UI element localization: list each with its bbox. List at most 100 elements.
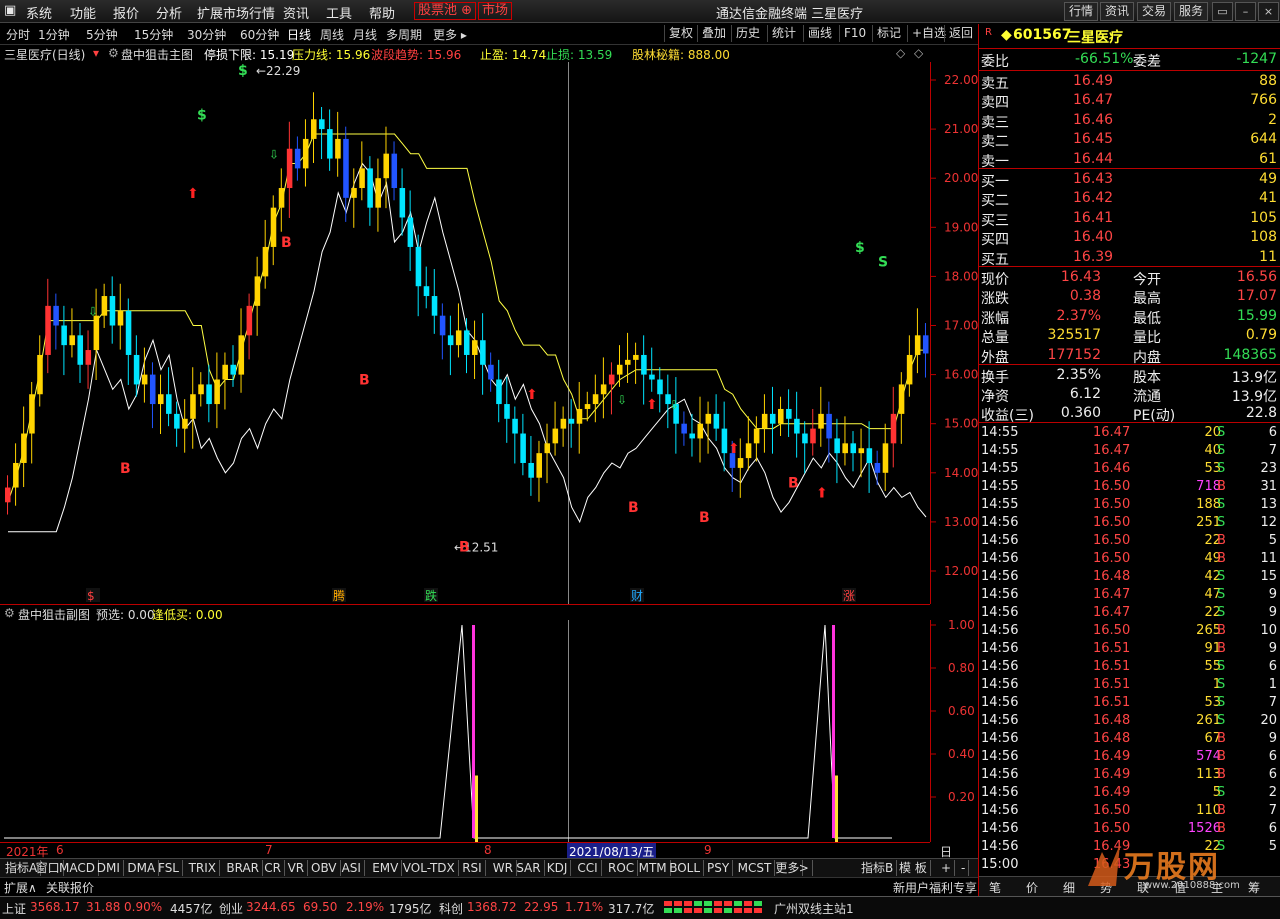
btn-fuwu[interactable]: 服务 [1174, 2, 1208, 21]
candle[interactable] [439, 315, 446, 336]
candle[interactable] [625, 359, 631, 365]
candle[interactable] [512, 418, 518, 434]
sub-gear-icon[interactable]: ⚙ [4, 606, 15, 620]
sell-level-5[interactable]: 卖一 16.44 61 [979, 150, 1280, 170]
candle[interactable] [53, 305, 59, 326]
quote-tab-0[interactable]: 笔 [989, 879, 1001, 896]
candle[interactable] [463, 330, 470, 355]
indicator-tab-6[interactable]: TRIX [186, 860, 221, 876]
candle[interactable] [560, 418, 567, 429]
candle[interactable] [810, 428, 816, 444]
period-60min[interactable]: 60分钟 [240, 26, 279, 43]
candle[interactable] [455, 330, 462, 346]
quote-tab-5[interactable]: 值 [1174, 879, 1186, 896]
sell-level-2[interactable]: 卖四 16.47 766 [979, 91, 1280, 111]
indicator-tab-12[interactable]: EMV [369, 860, 403, 876]
candle[interactable] [13, 462, 19, 488]
candle[interactable] [399, 188, 406, 218]
tool-lishi[interactable]: 历史 [731, 25, 764, 42]
indicator-tab-2[interactable]: MACD [56, 860, 99, 876]
buy-level-4[interactable]: 买四 16.40 108 [979, 228, 1280, 248]
tool-huaxian[interactable]: 画线 [803, 25, 836, 42]
candle[interactable] [343, 138, 349, 198]
candle[interactable] [922, 335, 929, 354]
candle[interactable] [858, 448, 865, 454]
indicator-tab-right-2[interactable]: + [938, 860, 956, 876]
candle[interactable] [633, 354, 639, 360]
btn-hangqing[interactable]: 行情 [1064, 2, 1098, 21]
indicator-tab-13[interactable]: VOL-TDX [400, 860, 459, 876]
menu-market[interactable]: 市场 [478, 2, 513, 20]
tab-related-quote[interactable]: 关联报价 [46, 879, 94, 896]
candle[interactable] [528, 462, 534, 478]
candle[interactable] [737, 458, 744, 468]
candle[interactable] [778, 408, 784, 424]
candle[interactable] [681, 423, 687, 434]
candle[interactable] [383, 153, 390, 179]
candle[interactable] [246, 305, 253, 336]
candle[interactable] [600, 384, 607, 395]
candle[interactable] [5, 487, 11, 503]
candle[interactable] [133, 354, 140, 385]
candle[interactable] [359, 168, 365, 189]
minimize-icon[interactable]: – [1235, 2, 1256, 21]
candle[interactable] [415, 246, 422, 287]
candle[interactable] [367, 168, 373, 208]
candle[interactable] [818, 413, 824, 429]
menu-system[interactable]: 系统 [26, 3, 52, 22]
candle[interactable] [37, 354, 43, 395]
indicator-tab-14[interactable]: RSI [459, 860, 486, 876]
candle[interactable] [69, 335, 75, 346]
candle[interactable] [544, 443, 551, 454]
period-5min[interactable]: 5分钟 [86, 26, 118, 43]
candle[interactable] [842, 443, 848, 454]
candle[interactable] [802, 433, 808, 444]
tool-diejia[interactable]: 叠加 [697, 25, 730, 42]
candle[interactable] [294, 148, 301, 169]
candle[interactable] [536, 453, 542, 478]
restore-icon[interactable]: ▭ [1212, 2, 1233, 21]
candle[interactable] [157, 394, 164, 405]
candle[interactable] [890, 413, 897, 444]
candle[interactable] [520, 433, 526, 463]
indicator-tab-right-0[interactable]: 指标B [858, 860, 898, 876]
event-mark[interactable]: 腾 [333, 588, 345, 603]
candle[interactable] [407, 217, 414, 247]
indicator-tab-right-3[interactable]: - [958, 860, 970, 876]
candle[interactable] [238, 335, 245, 375]
period-daily[interactable]: 日线 [287, 26, 311, 43]
tool-biaoji[interactable]: 标记 [872, 25, 905, 42]
candle[interactable] [488, 364, 494, 380]
candle[interactable] [697, 423, 704, 439]
quote-tab-1[interactable]: 价 [1026, 879, 1038, 896]
candle[interactable] [174, 413, 180, 429]
candle[interactable] [496, 379, 502, 405]
candle[interactable] [584, 404, 591, 409]
sub-indicator-chart[interactable]: 1.00 0.80 0.60 0.40 0.20 [0, 620, 978, 842]
candle[interactable] [431, 296, 438, 316]
diamond-icon-2[interactable]: ◇ [914, 46, 923, 60]
indicator-tab-25[interactable]: > [796, 860, 813, 876]
close-icon[interactable]: × [1258, 2, 1279, 21]
candle[interactable] [21, 433, 27, 463]
candle[interactable] [230, 364, 237, 375]
candle[interactable] [117, 310, 124, 326]
period-multi[interactable]: 多周期 [386, 26, 422, 43]
quote-tab-6[interactable]: 主 [1211, 879, 1223, 896]
candle[interactable] [721, 428, 728, 454]
quote-tab-3[interactable]: 势 [1100, 879, 1112, 896]
indicator-tab-4[interactable]: DMA [124, 860, 160, 876]
candle[interactable] [391, 153, 398, 189]
indicator-tab-17[interactable]: KDJ [544, 860, 572, 876]
candle[interactable] [149, 374, 156, 405]
indicator-tab-9[interactable]: VR [285, 860, 309, 876]
menu-news[interactable]: 资讯 [283, 3, 309, 22]
indicator-tab-21[interactable]: BOLL [666, 860, 705, 876]
indicator-tab-22[interactable]: PSY [704, 860, 734, 876]
indicator-tab-16[interactable]: SAR [513, 860, 545, 876]
candle[interactable] [262, 246, 269, 277]
buy-level-3[interactable]: 买三 16.41 105 [979, 209, 1280, 229]
candle[interactable] [472, 340, 478, 355]
candle[interactable] [61, 325, 67, 346]
tool-fuquan[interactable]: 复权 [664, 25, 697, 42]
